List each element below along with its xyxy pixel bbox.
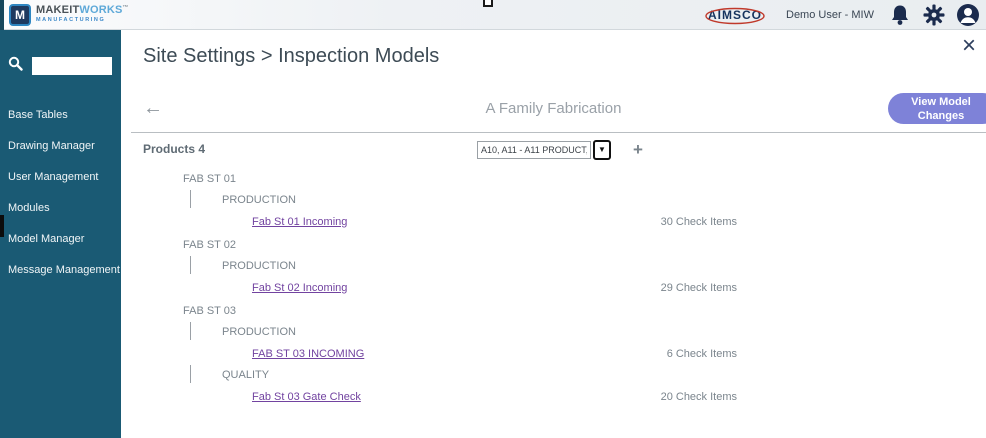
main-content: × Site Settings > Inspection Models ← A … xyxy=(121,30,986,438)
page-title: Site Settings > Inspection Models xyxy=(143,45,440,67)
inspection-model-link[interactable]: Fab St 01 Incoming xyxy=(252,216,347,228)
aimsco-swoosh xyxy=(705,7,765,24)
brand-subtitle: MANUFACTURING xyxy=(36,17,106,24)
sidebar-item-drawing-manager[interactable]: Drawing Manager xyxy=(0,140,121,152)
group-name: PRODUCTION xyxy=(222,326,296,338)
settings-gear-icon[interactable] xyxy=(922,3,946,27)
group-name: PRODUCTION xyxy=(222,194,296,206)
model-row: Fab St 02 Incoming 29 Check Items xyxy=(143,282,737,294)
group-row: PRODUCTION xyxy=(190,256,986,274)
inspection-model-tree: FAB ST 01 PRODUCTION Fab St 01 Incoming … xyxy=(121,173,986,403)
makeitworks-logo-text: MAKEITWORKS™ MANUFACTURING xyxy=(36,5,129,24)
group-row: PRODUCTION xyxy=(190,322,986,340)
sidebar-scroll-indicator xyxy=(0,215,4,237)
model-row: Fab St 01 Incoming 30 Check Items xyxy=(143,216,737,228)
tree-branch-line xyxy=(190,322,191,340)
top-bar: M MAKEITWORKS™ MANUFACTURING AIMSCO Demo… xyxy=(0,0,986,30)
sidebar-item-modules[interactable]: Modules xyxy=(0,202,121,214)
brand-trademark: ™ xyxy=(122,5,129,12)
close-icon[interactable]: × xyxy=(962,34,976,58)
user-avatar-icon[interactable] xyxy=(956,3,980,27)
products-count-label: Products 4 xyxy=(143,142,206,156)
check-items-count: 29 Check Items xyxy=(660,282,737,294)
aimsco-logo: AIMSCO xyxy=(702,6,768,24)
model-toolbar: ← A Family Fabrication View Model Change… xyxy=(121,93,986,130)
toolbar-divider xyxy=(131,132,986,133)
view-model-changes-button[interactable]: View Model Changes xyxy=(888,93,986,124)
inspection-model-link[interactable]: Fab St 02 Incoming xyxy=(252,282,347,294)
search-icon xyxy=(8,56,23,76)
inspection-model-link[interactable]: FAB ST 03 INCOMING xyxy=(252,348,364,360)
brand-name-part1: MAKEIT xyxy=(36,4,80,17)
sidebar-search-row xyxy=(8,56,121,76)
sidebar-item-base-tables[interactable]: Base Tables xyxy=(0,109,121,121)
check-items-count: 30 Check Items xyxy=(660,216,737,228)
chevron-down-icon: ▼ xyxy=(598,145,606,154)
tree-branch-line xyxy=(190,365,191,383)
product-filter-input[interactable] xyxy=(477,141,591,159)
group-row: PRODUCTION xyxy=(190,190,986,208)
topbar-window-artifact xyxy=(483,0,493,7)
sidebar-nav: Base Tables Drawing Manager User Managem… xyxy=(0,30,121,438)
check-items-count: 6 Check Items xyxy=(666,348,737,360)
model-row: Fab St 03 Gate Check 20 Check Items xyxy=(143,391,737,403)
product-dropdown-button[interactable]: ▼ xyxy=(593,140,611,160)
group-row: QUALITY xyxy=(190,365,986,383)
sidebar-top-sliver xyxy=(0,0,4,30)
makeitworks-logo: M MAKEITWORKS™ MANUFACTURING xyxy=(9,3,129,26)
inspection-model-link[interactable]: Fab St 03 Gate Check xyxy=(252,391,361,403)
brand-name-part2: WORKS xyxy=(79,4,123,17)
add-product-button[interactable]: + xyxy=(633,140,643,160)
group-name: QUALITY xyxy=(222,369,270,381)
model-row: FAB ST 03 INCOMING 6 Check Items xyxy=(143,348,737,360)
station-name: FAB ST 01 xyxy=(183,173,236,185)
makeitworks-logo-icon: M xyxy=(9,3,31,26)
family-title: A Family Fabrication xyxy=(485,100,622,117)
notifications-bell-icon[interactable] xyxy=(888,3,912,27)
topbar-right-cluster: AIMSCO Demo User - MIW xyxy=(702,3,986,27)
sidebar-nav-list: Base Tables Drawing Manager User Managem… xyxy=(0,109,121,276)
check-items-count: 20 Check Items xyxy=(660,391,737,403)
sidebar-search-input[interactable] xyxy=(32,57,112,75)
sidebar-item-model-manager[interactable]: Model Manager xyxy=(0,233,121,245)
sidebar-item-message-management[interactable]: Message Management xyxy=(0,264,121,276)
back-arrow-icon[interactable]: ← xyxy=(143,98,163,118)
products-row: Products 4 ▼ + xyxy=(121,140,986,162)
station-name: FAB ST 03 xyxy=(183,305,236,317)
tree-branch-line xyxy=(190,190,191,208)
sidebar-item-user-management[interactable]: User Management xyxy=(0,171,121,183)
current-user-label: Demo User - MIW xyxy=(786,8,874,21)
tree-branch-line xyxy=(190,256,191,274)
station-name: FAB ST 02 xyxy=(183,239,236,251)
group-name: PRODUCTION xyxy=(222,260,296,272)
